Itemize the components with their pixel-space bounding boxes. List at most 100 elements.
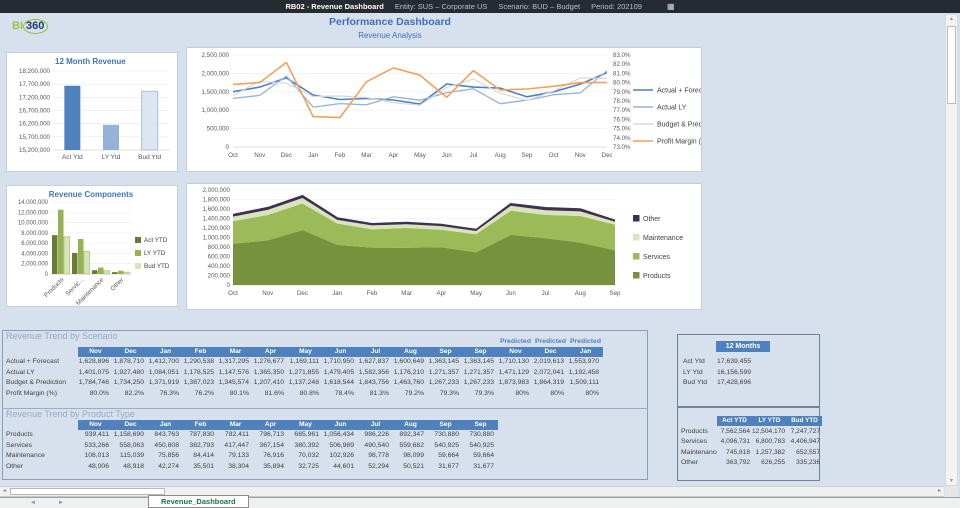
bar-Bud Ytd [141,90,159,151]
spacer-cell [78,336,113,347]
cell: 1,056,434 [323,431,354,438]
cell: 17,428,696 [717,379,752,386]
cell: 1,710,950 [323,358,354,365]
cell: 1,387,023 [183,379,214,386]
sheet-tab-label: Revenue_Dashboard [161,497,236,506]
twelve-months-header: 12 Months [716,341,770,352]
bar-Act Ytd [64,85,81,150]
column-header: LY YTD [752,416,787,426]
column-header: Feb [183,420,218,430]
cell: 59,664 [438,452,459,459]
svg-text:17,200,000: 17,200,000 [19,94,51,101]
cell: 108,013 [84,452,109,459]
cell: 76.3% [159,389,179,397]
cell: 787,830 [189,431,214,438]
svg-text:Jul: Jul [469,152,477,159]
cell: 84,414 [193,452,214,459]
bar-Act YTD [112,272,118,274]
svg-text:800,000: 800,000 [208,244,231,251]
row-label: Products [681,427,708,435]
sheet-nav-left-icon[interactable]: ◄ [30,500,36,506]
column-header: Jul [358,420,393,430]
scroll-up-icon[interactable]: ▲ [946,16,957,22]
svg-text:16,700,000: 16,700,000 [19,108,51,115]
vertical-scroll-thumb[interactable] [947,26,956,104]
column-header: Mar [218,347,253,357]
svg-text:Apr: Apr [437,290,447,297]
cell: 38,304 [228,462,249,470]
svg-text:May: May [470,290,483,297]
corner-cell [4,347,78,357]
bar-LY YTD [98,267,104,274]
cell: 335,236 [796,459,820,466]
svg-text:Nov: Nov [262,290,274,297]
cell: 1,271,357 [463,368,494,376]
cell: 1,178,525 [183,368,214,376]
svg-text:Sep: Sep [609,290,621,297]
svg-text:Products: Products [43,276,66,299]
spacer-cell [463,336,498,347]
cell: 559,682 [399,441,424,449]
column-header: Sep [428,420,463,430]
svg-text:1,000,000: 1,000,000 [201,107,229,114]
bar-LY YTD [78,239,84,274]
scroll-right-icon[interactable]: ► [937,488,942,494]
column-header: Dec [533,347,568,357]
column-header: Dec [113,420,148,430]
calendar-icon[interactable]: ▦ [667,2,675,11]
column-header: Dec [113,347,148,357]
cell: 1,257,382 [755,448,785,456]
corner-cell [681,416,717,427]
cell: 986,226 [364,431,389,438]
svg-text:15,700,000: 15,700,000 [19,134,51,141]
cell: 81.6% [264,389,284,397]
column-header: Jan [568,347,603,357]
revenue-analysis-line-chart: 0 500,000 1,000,000 1,500,000 2,000,000 2,500… [201,52,719,159]
scroll-left-icon[interactable]: ◄ [2,488,7,494]
product-section-title: Revenue Trend by Product Type [6,409,135,419]
revenue-trend-by-scenario-table: Predicted Predicted Predicted Nov Dec Jan Feb M… [4,336,603,399]
column-header: Bud YTD [787,416,822,426]
cell: 79.2% [404,389,424,397]
svg-text:600,000: 600,000 [208,254,231,261]
report-title: RB02 - Revenue Dashboard [285,2,384,11]
svg-text:Aug: Aug [495,152,507,159]
vertical-scrollbar[interactable]: ▲ ▼ [945,14,958,486]
sheet-nav-right-icon[interactable]: ► [58,500,64,506]
horizontal-scroll-thumb[interactable] [10,488,165,495]
svg-text:16,200,000: 16,200,000 [19,121,51,128]
column-header: May [288,347,323,357]
column-header: Jan [148,420,183,430]
row-label: Other [681,459,698,466]
page-title: Performance Dashboard [329,16,451,28]
revenue-components-area-chart: 0 200,000 400,000 600,000 800,000 1,000,000 1,… [202,187,683,297]
entity-label: Entity: SUS – Corporate US [394,2,488,11]
column-header: Aug [393,347,428,357]
cell: 31,677 [473,462,494,470]
cell: 652,557 [796,448,820,456]
scroll-down-icon[interactable]: ▼ [946,478,957,484]
svg-text:Oct: Oct [228,152,238,159]
cell: 80.0% [89,389,109,397]
svg-text:2,000,000: 2,000,000 [21,262,48,268]
cell: 79.3% [474,389,494,397]
cell: 540,925 [469,441,494,449]
cell: 4,406,947 [790,438,820,445]
horizontal-scrollbar[interactable]: ◄ ► [0,486,944,497]
column-header: Sep [463,347,498,357]
cell: 1,710,130 [498,358,529,365]
scenario-label: Scenario: BUD – Budget [498,2,581,11]
cell: 4,096,731 [720,438,750,445]
svg-text:Other: Other [643,216,661,223]
cell: 76.2% [194,389,214,397]
cell: 1,363,145 [463,358,494,365]
sheet-tab-revenue-dashboard[interactable]: Revenue_Dashboard [148,495,249,508]
cell: 1,192,458 [568,368,599,376]
cell: 2,019,613 [533,358,564,365]
svg-text:Act YTD: Act YTD [144,237,168,244]
svg-text:6,000,000: 6,000,000 [21,241,48,247]
cell: 1,927,480 [113,368,144,376]
svg-text:1,400,000: 1,400,000 [202,216,230,223]
svg-text:80.0%: 80.0% [613,80,631,87]
svg-text:Mar: Mar [361,152,372,159]
